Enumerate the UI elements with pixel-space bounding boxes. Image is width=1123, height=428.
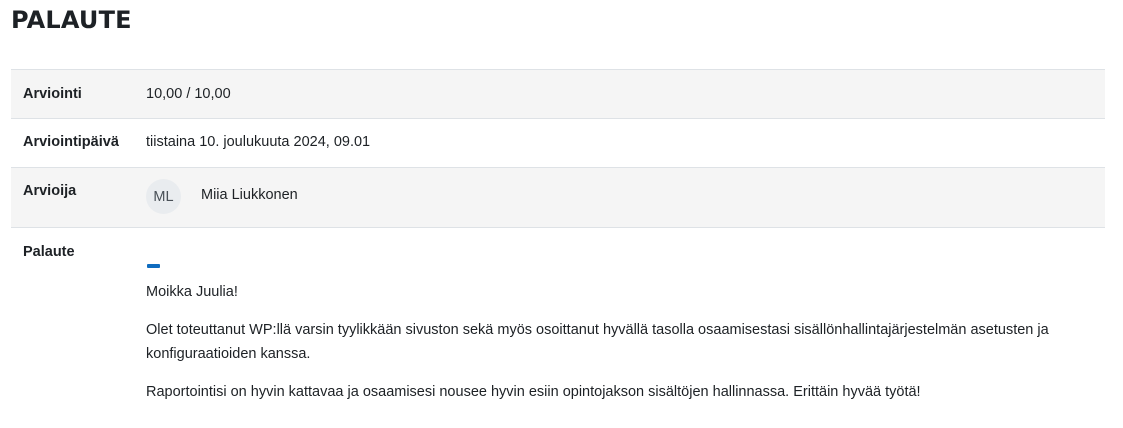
feedback-greeting: Moikka Juulia! xyxy=(146,284,238,300)
feedback-content: Moikka Juulia! Olet toteuttanut WP:llä v… xyxy=(146,264,1096,418)
feedback-table: Arviointi 10,00 / 10,00 Arviointipäivä t… xyxy=(11,69,1105,428)
graded-on-row: Arviointipäivä tiistaina 10. joulukuuta … xyxy=(11,119,1105,168)
feedback-label: Palaute xyxy=(23,244,75,260)
grader-name[interactable]: Miia Liukkonen xyxy=(201,187,298,203)
accent-bar xyxy=(147,264,160,268)
grade-row: Arviointi 10,00 / 10,00 xyxy=(11,70,1105,119)
feedback-paragraph: Raportointisi on hyvin kattavaa ja osaam… xyxy=(146,384,921,400)
grade-value: 10,00 / 10,00 xyxy=(146,86,231,102)
feedback-paragraph: Olet toteuttanut WP:llä varsin tyylikkää… xyxy=(146,322,1049,362)
graded-on-value: tiistaina 10. joulukuuta 2024, 09.01 xyxy=(146,134,371,150)
feedback-row: Palaute Moikka Juulia! Olet toteuttanut … xyxy=(11,228,1105,428)
graded-on-label: Arviointipäivä xyxy=(23,134,119,150)
grader-label: Arvioija xyxy=(23,183,77,199)
grade-label: Arviointi xyxy=(23,86,82,102)
page-title: PALAUTE xyxy=(11,6,132,34)
avatar[interactable]: ML xyxy=(146,179,181,214)
grader-row: Arvioija ML Miia Liukkonen xyxy=(11,168,1105,228)
